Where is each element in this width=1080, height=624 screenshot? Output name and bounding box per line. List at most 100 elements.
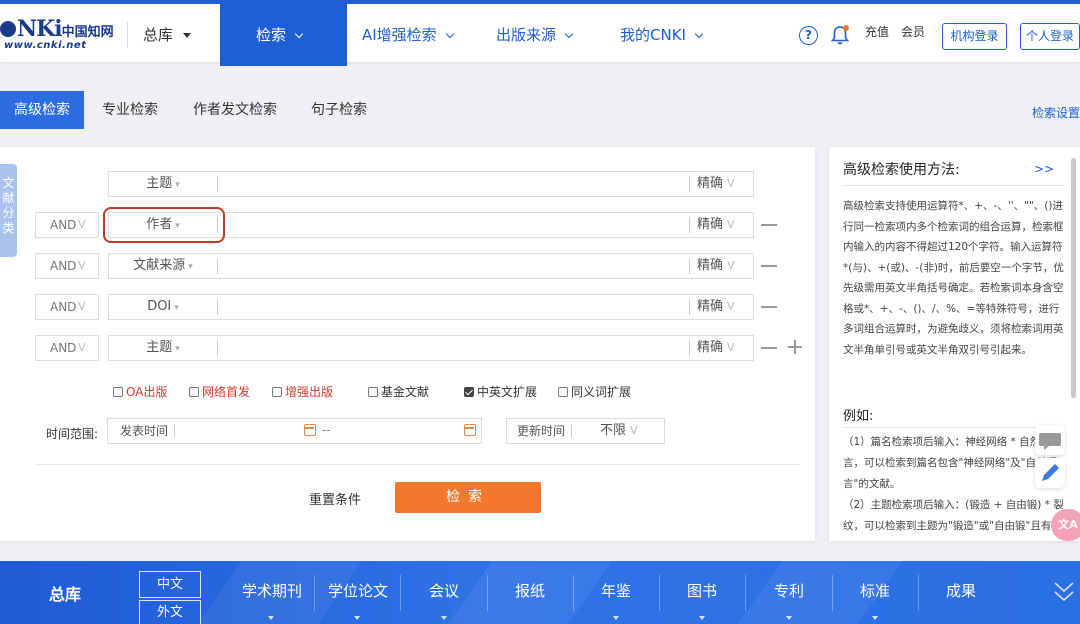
boolean-operator-select[interactable]: AND V: [35, 212, 99, 238]
tab-professional-search[interactable]: 专业检索: [102, 91, 158, 129]
remove-row-icon[interactable]: [761, 224, 777, 226]
db-book[interactable]: 图书: [687, 580, 717, 601]
remove-row-icon[interactable]: [761, 347, 777, 349]
boolean-operator-select[interactable]: AND V: [35, 253, 99, 279]
logo-wordmark: NKi中国知网: [0, 16, 114, 42]
handle-char: 类: [2, 221, 15, 235]
db-patent[interactable]: 专利: [774, 580, 804, 601]
search-term-input[interactable]: [221, 296, 681, 318]
personal-login-button[interactable]: 个人登录: [1020, 23, 1080, 50]
divider: [400, 575, 401, 611]
search-settings-link[interactable]: 检索设置: [1032, 104, 1080, 121]
checkbox-fund[interactable]: 基金文献: [368, 383, 429, 400]
field-type-select[interactable]: DOI ▾: [109, 295, 217, 319]
document-category-handle[interactable]: 文 献 分 类: [0, 164, 17, 257]
search-term-input[interactable]: [221, 255, 681, 277]
caret-down-icon: [183, 33, 192, 38]
remove-row-icon[interactable]: [761, 265, 777, 267]
member-link[interactable]: 会员: [901, 23, 925, 40]
checkbox-icon: [272, 386, 282, 397]
pencil-icon[interactable]: [1035, 458, 1065, 488]
nav-my-cnki[interactable]: 我的CNKI: [620, 24, 704, 45]
divider: [573, 575, 574, 611]
chevron-down-icon: [694, 29, 704, 39]
nav-search-active[interactable]: 检索: [220, 0, 347, 66]
recharge-link[interactable]: 充值: [865, 23, 889, 40]
boolean-operator-select[interactable]: AND V: [35, 294, 99, 320]
tab-advanced-search[interactable]: 高级检索: [0, 91, 84, 129]
nav-publication-source[interactable]: 出版来源: [496, 24, 574, 45]
match-mode-select[interactable]: 精确 V: [697, 213, 735, 237]
field-type-select[interactable]: 主题 ▾: [109, 172, 217, 196]
db-yearbook[interactable]: 年鉴: [601, 580, 631, 601]
db-total[interactable]: 总库: [49, 581, 81, 605]
update-time-select[interactable]: 更新时间 不限 V: [506, 418, 665, 444]
divider: [918, 575, 919, 611]
match-mode-select[interactable]: 精确 V: [697, 172, 735, 196]
tab-author-search[interactable]: 作者发文检索: [193, 91, 277, 129]
db-newspaper[interactable]: 报纸: [515, 580, 545, 601]
divider: [217, 258, 218, 274]
remove-row-icon[interactable]: [761, 306, 777, 308]
add-row-icon[interactable]: [788, 340, 802, 354]
publish-time-label: 发表时间: [120, 424, 169, 438]
help-more-link[interactable]: >>: [1034, 162, 1054, 176]
search-field-box: 文献来源 ▾ 精确 V: [108, 253, 754, 279]
lang-chinese-button[interactable]: 中文: [139, 571, 201, 598]
divider: [217, 299, 218, 315]
triangle-down-icon: [872, 616, 878, 620]
chevron-down-icon: [564, 29, 574, 39]
divider: [689, 258, 690, 274]
match-mode-select[interactable]: 精确 V: [697, 295, 735, 319]
search-term-input[interactable]: [221, 337, 681, 359]
db-standard[interactable]: 标准: [860, 580, 890, 601]
nav-ai-search[interactable]: AI增强检索: [362, 24, 454, 45]
divider: [745, 575, 746, 611]
calendar-icon[interactable]: [304, 424, 316, 436]
search-field-box: 主题 ▾ 精确 V: [108, 171, 754, 197]
db-dissertation[interactable]: 学位论文: [328, 580, 388, 601]
checkbox-checked-icon: [464, 386, 474, 397]
reset-button[interactable]: 重置条件: [309, 489, 361, 508]
help-icon[interactable]: ?: [799, 26, 818, 45]
checkbox-icon: [368, 386, 378, 397]
checkbox-synonym-expand[interactable]: 同义词扩展: [558, 383, 631, 400]
match-mode-select[interactable]: 精确 V: [697, 254, 735, 278]
field-type-select[interactable]: 主题 ▾: [109, 336, 217, 360]
divider: [689, 299, 690, 315]
handle-char: 分: [2, 206, 15, 220]
field-type-select[interactable]: 文献来源 ▾: [109, 254, 217, 278]
checkbox-online-first[interactable]: 网络首发: [189, 383, 250, 400]
db-conference[interactable]: 会议: [429, 580, 459, 601]
bell-icon[interactable]: [830, 24, 850, 46]
match-mode-select[interactable]: 精确 V: [697, 336, 735, 360]
tab-sentence-search[interactable]: 句子检索: [311, 91, 367, 129]
checkbox-oa[interactable]: OA出版: [113, 383, 167, 400]
lang-foreign-button[interactable]: 外文: [139, 600, 201, 624]
help-scrollbar[interactable]: [1071, 158, 1076, 398]
search-field-box: 主题 ▾ 精确 V: [108, 335, 754, 361]
search-term-input[interactable]: [221, 214, 681, 236]
publish-time-range: 发表时间 --: [107, 418, 482, 444]
db-journal[interactable]: 学术期刊: [242, 580, 302, 601]
checkbox-cn-en-expand[interactable]: 中英文扩展: [464, 383, 537, 400]
search-button[interactable]: 检索: [395, 482, 541, 513]
org-login-button[interactable]: 机构登录: [942, 23, 1007, 50]
cnki-logo[interactable]: NKi中国知网 www.cnki.net: [0, 16, 115, 52]
checkbox-icon: [558, 386, 568, 397]
checkbox-icon: [113, 386, 123, 397]
search-term-input[interactable]: [221, 173, 681, 195]
checkbox-enhanced[interactable]: 增强出版: [272, 383, 333, 400]
calendar-icon[interactable]: [464, 424, 476, 436]
divider: [487, 575, 488, 611]
divider: [843, 427, 1065, 428]
db-achievement[interactable]: 成果: [946, 580, 976, 601]
divider: [217, 340, 218, 356]
boolean-operator-select[interactable]: AND V: [35, 335, 99, 361]
expand-chevron-icon[interactable]: [1053, 579, 1075, 605]
feedback-chat-icon[interactable]: [1035, 425, 1065, 455]
divider: [174, 424, 175, 438]
translate-icon[interactable]: 文A: [1051, 509, 1080, 541]
triangle-down-icon: [441, 616, 447, 620]
nav-zongku-dropdown[interactable]: 总库: [143, 24, 192, 45]
